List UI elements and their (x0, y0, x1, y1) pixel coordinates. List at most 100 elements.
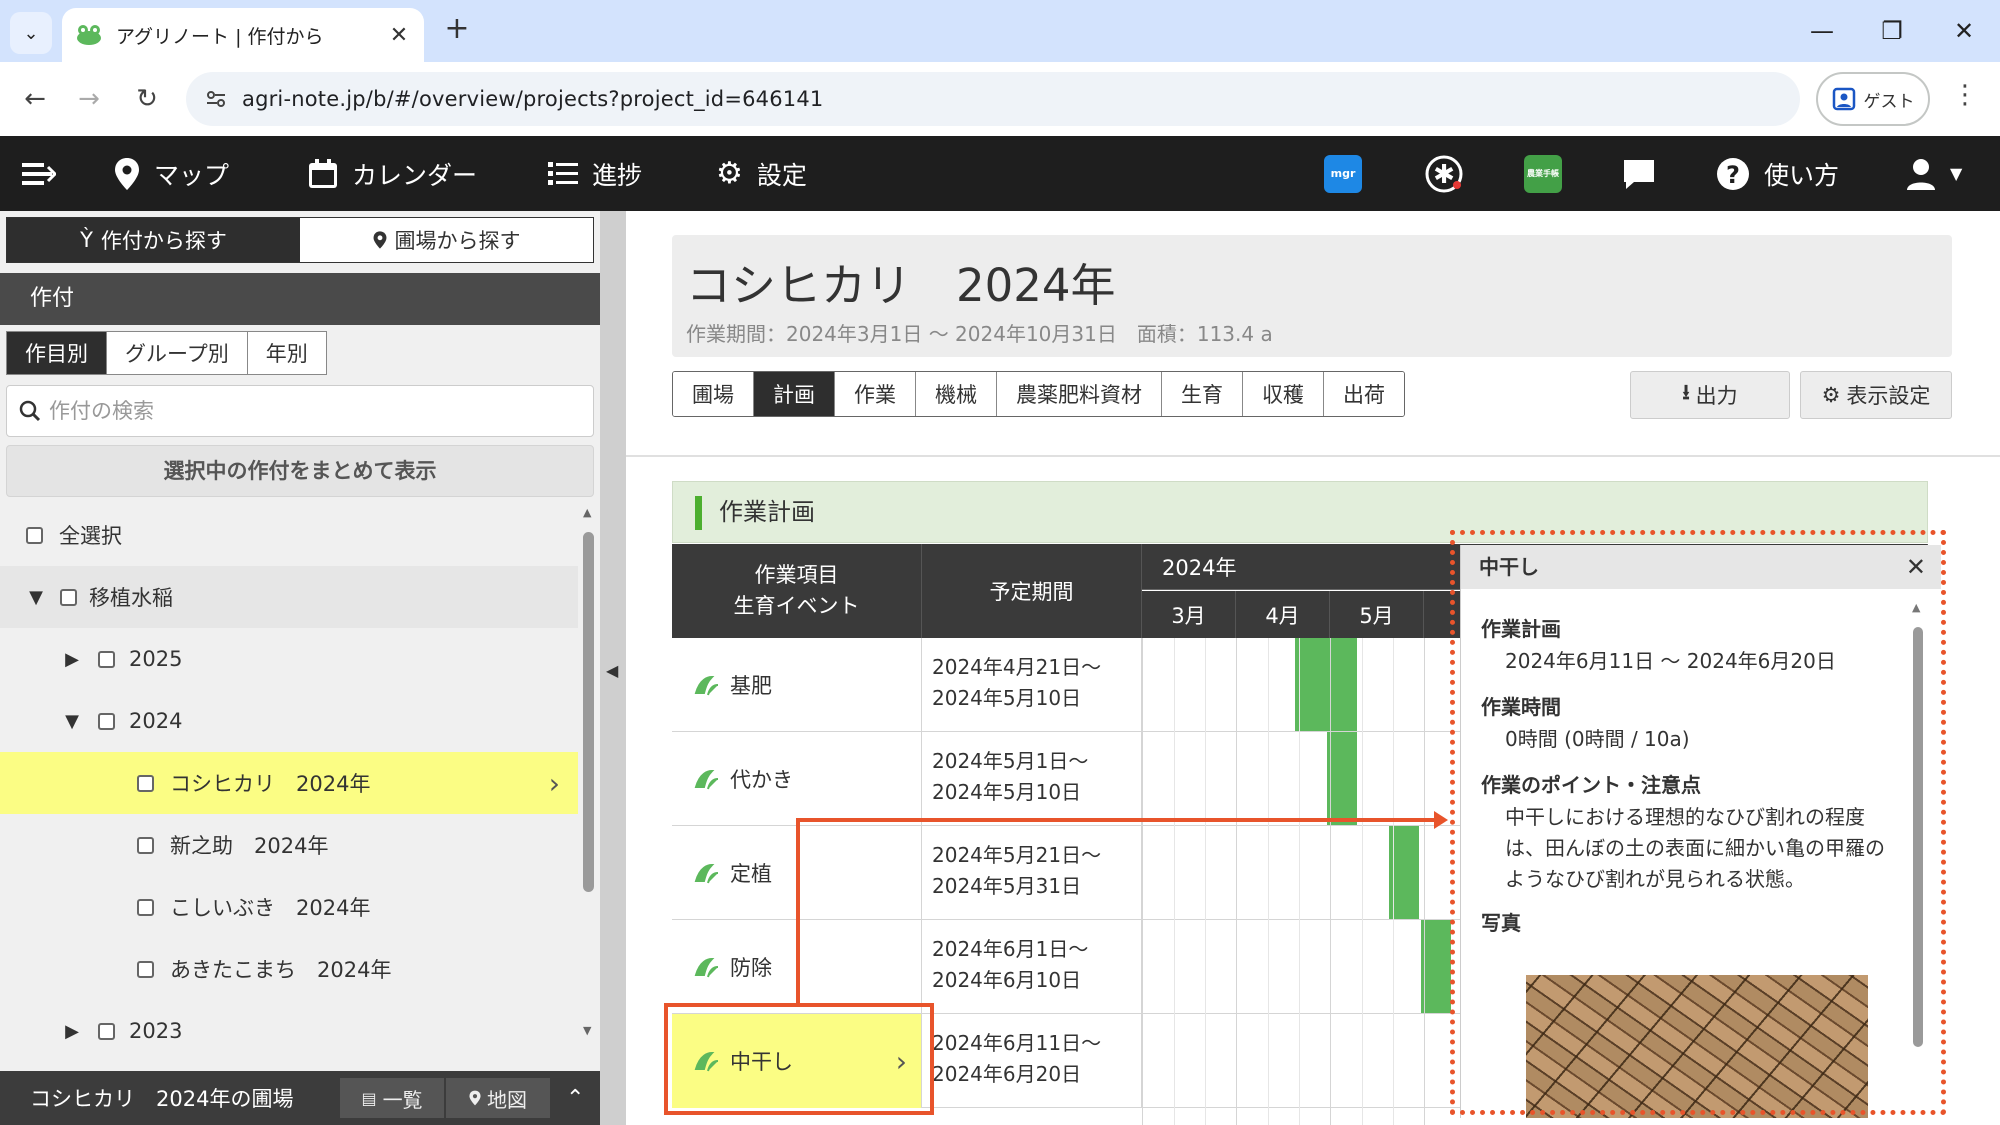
select-all-row[interactable]: 全選択 (0, 504, 578, 566)
profile-button[interactable]: ゲスト (1816, 72, 1930, 126)
crop-search-input[interactable] (49, 399, 569, 423)
filter-by-crop[interactable]: 作目別 (7, 332, 107, 374)
crop-checkbox[interactable] (137, 960, 154, 978)
tab-shipment[interactable]: 出荷 (1324, 372, 1404, 416)
filter-by-group[interactable]: グループ別 (107, 332, 248, 374)
task-cell[interactable]: 基肥 (672, 638, 922, 732)
tree-crop-row-selected[interactable]: コシヒカリ 2024年 › (0, 752, 578, 814)
period-cell: 2024年6月11日～ 2024年6月20日 (922, 1014, 1142, 1108)
tree-crop-row[interactable]: こしいぶき 2024年 (0, 876, 578, 938)
tree-crop-label: こしいぶき 2024年 (170, 896, 371, 920)
search-by-field-tab[interactable]: 圃場から探す (300, 218, 593, 262)
nav-map[interactable]: マップ (114, 136, 229, 211)
scroll-down-icon[interactable]: ▼ (583, 1024, 591, 1037)
menu-toggle[interactable] (22, 136, 56, 211)
footer-list-button[interactable]: ▤ 一覧 (340, 1078, 444, 1118)
sprout-icon (694, 769, 719, 790)
crop-checkbox[interactable] (137, 836, 154, 854)
project-tabs: 圃場 計画 作業 機械 農薬肥料資材 生育 収穫 出荷 (672, 371, 1405, 417)
tab-materials[interactable]: 農薬肥料資材 (997, 372, 1162, 416)
group-checkbox[interactable] (60, 588, 77, 606)
tab-fields[interactable]: 圃場 (673, 372, 754, 416)
project-header-card: コシヒカリ 2024年 作業期間：2024年3月1日 ～ 2024年10月31日… (672, 235, 1952, 357)
note-book-icon: 農業手帳 (1524, 154, 1562, 193)
tree-year-row[interactable]: ▶ 2025 (0, 628, 578, 690)
more-menu-icon[interactable]: ⋮ (1950, 80, 1980, 118)
tree-year-row[interactable]: ▶ 2023 (0, 1000, 578, 1042)
period-cell: 2024年5月21日～ 2024年5月31日 (922, 826, 1142, 920)
tab-work[interactable]: 作業 (835, 372, 916, 416)
frog-favicon-icon (77, 25, 101, 45)
sidebar-collapse-handle[interactable]: ◀ (600, 211, 626, 1125)
address-bar-row: ← → ↻ agri-note.jp/b/#/overview/projects… (0, 62, 2000, 136)
nav-settings[interactable]: ⚙ 設定 (716, 136, 807, 211)
browser-tab[interactable]: アグリノート | 作付から ✕ (62, 8, 424, 62)
scroll-up-icon[interactable]: ▲ (583, 506, 591, 519)
tree-crop-row[interactable]: 新之助 2024年 (0, 814, 578, 876)
sidebar-scrollbar[interactable]: ▲ ▼ (578, 504, 600, 1042)
footer-map-button[interactable]: 地図 (446, 1078, 550, 1118)
crop-filter-tabs: 作目別 グループ別 年別 (6, 331, 327, 375)
nav-progress[interactable]: 進捗 (548, 136, 642, 211)
chevron-up-icon[interactable]: ⌃ (566, 1086, 584, 1111)
display-settings-button[interactable]: ⚙ 表示設定 (1800, 371, 1952, 419)
export-button[interactable]: ⭳ 出力 (1630, 371, 1790, 419)
url-field[interactable]: agri-note.jp/b/#/overview/projects?proje… (186, 72, 1800, 126)
gantt-bar[interactable] (1327, 732, 1357, 825)
tab-search-button[interactable]: ⌄ (10, 12, 52, 54)
tree-crop-label: あきたこまち 2024年 (170, 958, 392, 982)
tree-year-row[interactable]: ▼ 2024 (0, 690, 578, 752)
select-all-checkbox[interactable] (26, 526, 43, 544)
show-selected-button[interactable]: 選択中の作付をまとめて表示 (6, 445, 594, 497)
sidebar: Ỳ 作付から探す 圃場から探す 作付 作目別 グループ別 年別 選択中の作付をま… (0, 211, 600, 1125)
gantt-bar[interactable] (1295, 638, 1357, 731)
window-close-icon[interactable]: ✕ (1944, 14, 1984, 48)
search-mode-toggle: Ỳ 作付から探す 圃場から探す (6, 217, 594, 263)
divider (626, 455, 2000, 457)
help-label: 使い方 (1764, 160, 1840, 190)
tab-growth[interactable]: 生育 (1162, 372, 1243, 416)
restore-icon[interactable]: ❐ (1872, 14, 1912, 48)
filter-by-year[interactable]: 年別 (247, 332, 326, 374)
search-by-crop-label: 作付から探す (100, 229, 227, 253)
expand-down-icon[interactable]: ▼ (60, 711, 84, 732)
tree-year-label: 2023 (129, 1019, 183, 1042)
nav-map-label: マップ (154, 160, 230, 190)
site-info-icon[interactable] (190, 72, 242, 126)
gantt-bar[interactable] (1421, 920, 1451, 1013)
forward-icon[interactable]: → (70, 80, 108, 118)
tree-group-row[interactable]: ▼ 移植水稲 (0, 566, 578, 628)
mgr-app-button[interactable]: mgr (1324, 136, 1362, 211)
year-checkbox[interactable] (98, 650, 115, 668)
expand-right-icon[interactable]: ▶ (60, 1021, 84, 1042)
nav-calendar[interactable]: カレンダー (308, 136, 477, 211)
messages-button[interactable] (1622, 136, 1656, 211)
expand-right-icon[interactable]: ▶ (60, 649, 84, 670)
scrollbar-thumb[interactable] (583, 532, 594, 892)
tree-crop-row[interactable]: あきたこまち 2024年 (0, 938, 578, 1000)
expand-down-icon[interactable]: ▼ (24, 587, 48, 608)
year-checkbox[interactable] (98, 712, 115, 730)
crop-checkbox[interactable] (137, 898, 154, 916)
tab-harvest[interactable]: 収穫 (1243, 372, 1324, 416)
user-menu[interactable]: ▼ (1906, 136, 1962, 211)
note-app-button[interactable]: 農業手帳 (1524, 136, 1562, 211)
close-tab-icon[interactable]: ✕ (384, 20, 414, 50)
minimize-icon[interactable]: — (1802, 14, 1842, 48)
select-all-label: 全選択 (59, 524, 122, 548)
tree-group-label: 移植水稲 (89, 586, 173, 610)
back-icon[interactable]: ← (16, 80, 54, 118)
task-cell[interactable]: 代かき (672, 732, 922, 826)
tab-plan[interactable]: 計画 (754, 372, 835, 416)
search-by-crop-tab[interactable]: Ỳ 作付から探す (7, 218, 300, 262)
reload-icon[interactable]: ↻ (128, 80, 166, 118)
tab-machinery[interactable]: 機械 (916, 372, 997, 416)
asterisk-app-button[interactable]: ✱ (1424, 136, 1464, 211)
period-cell: 2024年4月21日～ 2024年5月10日 (922, 638, 1142, 732)
question-circle-icon: ? (1717, 157, 1749, 190)
year-checkbox[interactable] (98, 1022, 115, 1040)
crop-checkbox[interactable] (137, 774, 154, 792)
gantt-bar[interactable] (1389, 826, 1419, 919)
help-button[interactable]: ? 使い方 (1716, 136, 1839, 211)
new-tab-button[interactable]: + (440, 14, 474, 48)
